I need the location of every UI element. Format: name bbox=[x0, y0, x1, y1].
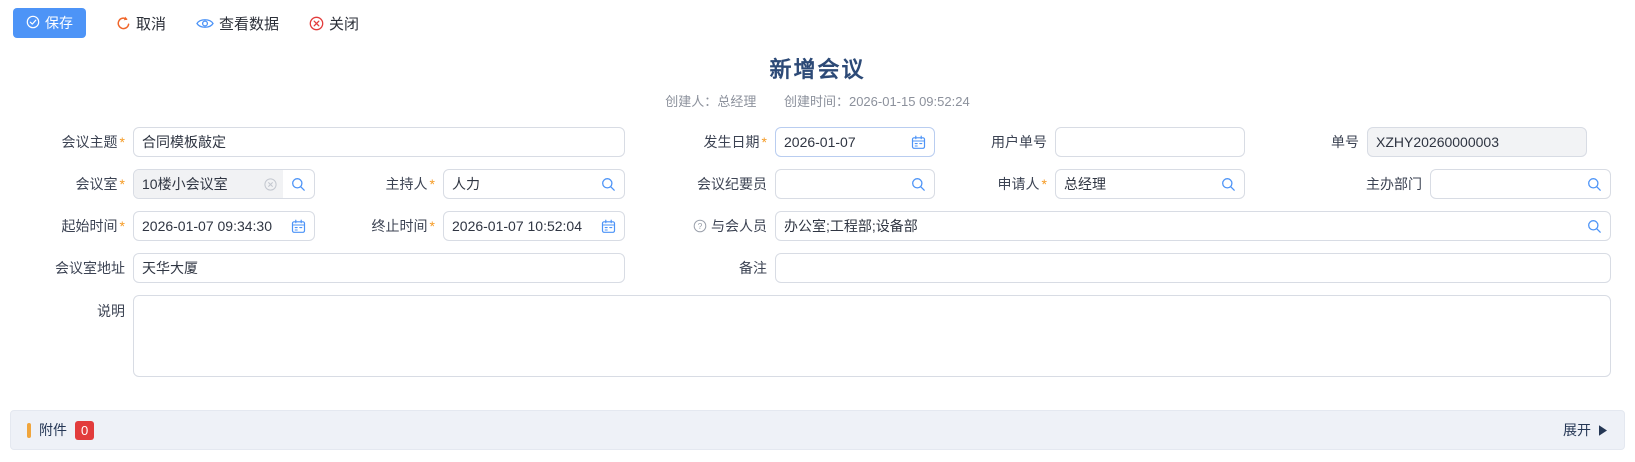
form-row-5: 说明 bbox=[0, 295, 1635, 377]
attendees-input[interactable] bbox=[784, 212, 1581, 240]
attachments-count-badge: 0 bbox=[75, 421, 94, 440]
check-circle-icon bbox=[26, 15, 40, 32]
order-no-label: 单号 bbox=[1245, 127, 1367, 157]
form-row-2: 会议室* 主持人* 会议纪要员 申请人* bbox=[0, 169, 1635, 199]
view-data-button-label: 查看数据 bbox=[219, 13, 279, 34]
triangle-right-icon bbox=[1598, 424, 1608, 437]
room-address-field bbox=[133, 253, 625, 283]
meeting-room-input[interactable] bbox=[142, 170, 264, 198]
required-mark: * bbox=[762, 134, 767, 150]
room-address-label: 会议室地址 bbox=[0, 253, 133, 283]
user-order-no-label: 用户单号 bbox=[935, 127, 1055, 157]
minutes-taker-input[interactable] bbox=[784, 170, 905, 198]
occur-date-input[interactable] bbox=[784, 128, 905, 156]
user-order-no-field bbox=[1055, 127, 1245, 157]
meeting-subject-input[interactable] bbox=[142, 128, 616, 156]
applicant-field bbox=[1055, 169, 1245, 199]
occur-date-label: 发生日期* bbox=[625, 127, 775, 157]
svg-text:?: ? bbox=[698, 221, 703, 231]
host-label: 主持人* bbox=[315, 169, 443, 199]
close-button[interactable]: 关闭 bbox=[309, 13, 359, 34]
cancel-button[interactable]: 取消 bbox=[116, 13, 166, 34]
creator-value: 总经理 bbox=[717, 94, 756, 109]
section-marker-icon bbox=[27, 423, 31, 438]
created-time-value: 2026-01-15 09:52:24 bbox=[849, 94, 970, 109]
meeting-room-value-zone bbox=[134, 170, 283, 198]
magnifier-icon[interactable] bbox=[1587, 177, 1602, 192]
view-data-button[interactable]: 查看数据 bbox=[196, 13, 279, 34]
room-address-input[interactable] bbox=[142, 254, 616, 282]
form-row-3: 起始时间* 终止时间* ? 与会人员 bbox=[0, 211, 1635, 241]
end-time-label: 终止时间* bbox=[315, 211, 443, 241]
applicant-label: 申请人* bbox=[935, 169, 1055, 199]
creator-info: 创建人：总经理 bbox=[665, 94, 756, 109]
creator-label: 创建人： bbox=[665, 94, 717, 109]
applicant-input[interactable] bbox=[1064, 170, 1215, 198]
created-time-info: 创建时间：2026-01-15 09:52:24 bbox=[784, 94, 970, 109]
remarks-input[interactable] bbox=[784, 254, 1602, 282]
magnifier-icon[interactable] bbox=[911, 177, 926, 192]
cancel-button-label: 取消 bbox=[136, 13, 166, 34]
page-header: 新增会议 创建人：总经理 创建时间：2026-01-15 09:52:24 bbox=[0, 52, 1635, 110]
organizing-dept-input[interactable] bbox=[1439, 170, 1581, 198]
save-button[interactable]: 保存 bbox=[13, 8, 86, 38]
user-order-no-input[interactable] bbox=[1064, 128, 1236, 156]
start-time-label: 起始时间* bbox=[0, 211, 133, 241]
attachments-label: 附件 bbox=[39, 420, 67, 440]
order-no-field bbox=[1367, 127, 1587, 157]
save-button-label: 保存 bbox=[45, 13, 73, 33]
remarks-field bbox=[775, 253, 1611, 283]
host-field bbox=[443, 169, 625, 199]
organizing-dept-field bbox=[1430, 169, 1611, 199]
organizing-dept-label: 主办部门 bbox=[1245, 169, 1430, 199]
end-time-input[interactable] bbox=[452, 212, 595, 240]
calendar-icon[interactable] bbox=[601, 219, 616, 234]
start-time-input[interactable] bbox=[142, 212, 285, 240]
magnifier-icon[interactable] bbox=[1587, 219, 1602, 234]
required-mark: * bbox=[1042, 176, 1047, 192]
calendar-icon[interactable] bbox=[291, 219, 306, 234]
end-time-field bbox=[443, 211, 625, 241]
calendar-icon[interactable] bbox=[911, 135, 926, 150]
required-mark: * bbox=[430, 218, 435, 234]
minutes-taker-field bbox=[775, 169, 935, 199]
toolbar: 保存 取消 查看数据 关闭 bbox=[0, 0, 1635, 46]
meeting-room-field bbox=[133, 169, 315, 199]
expand-button[interactable]: 展开 bbox=[1563, 420, 1608, 440]
magnifier-icon[interactable] bbox=[1221, 177, 1236, 192]
required-mark: * bbox=[120, 134, 125, 150]
meeting-form: 会议主题* 发生日期* 用户单号 单号 会议室* bbox=[0, 127, 1635, 377]
meeting-room-label: 会议室* bbox=[0, 169, 133, 199]
attendees-label: ? 与会人员 bbox=[625, 211, 775, 241]
remarks-label: 备注 bbox=[625, 253, 775, 283]
magnifier-icon[interactable] bbox=[601, 177, 616, 192]
page-title: 新增会议 bbox=[0, 52, 1635, 84]
description-textarea[interactable] bbox=[133, 295, 1611, 377]
form-row-1: 会议主题* 发生日期* 用户单号 单号 bbox=[0, 127, 1635, 157]
order-no-input bbox=[1376, 128, 1578, 156]
expand-label: 展开 bbox=[1563, 420, 1591, 440]
x-circle-icon bbox=[309, 16, 324, 31]
undo-icon bbox=[116, 16, 131, 31]
start-time-field bbox=[133, 211, 315, 241]
question-circle-icon[interactable]: ? bbox=[693, 219, 707, 233]
host-input[interactable] bbox=[452, 170, 595, 198]
occur-date-field bbox=[775, 127, 935, 157]
description-label: 说明 bbox=[0, 295, 133, 321]
page-subtitle: 创建人：总经理 创建时间：2026-01-15 09:52:24 bbox=[0, 91, 1635, 110]
minutes-taker-label: 会议纪要员 bbox=[625, 169, 775, 199]
clear-circle-icon[interactable] bbox=[264, 178, 277, 191]
created-time-label: 创建时间： bbox=[784, 94, 849, 109]
magnifier-icon[interactable] bbox=[283, 177, 314, 192]
meeting-subject-field bbox=[133, 127, 625, 157]
form-row-4: 会议室地址 备注 bbox=[0, 253, 1635, 283]
meeting-subject-label: 会议主题* bbox=[0, 127, 133, 157]
eye-icon bbox=[196, 17, 214, 30]
required-mark: * bbox=[430, 176, 435, 192]
close-button-label: 关闭 bbox=[329, 13, 359, 34]
required-mark: * bbox=[120, 218, 125, 234]
attendees-field bbox=[775, 211, 1611, 241]
attachments-bar[interactable]: 附件 0 展开 bbox=[10, 410, 1625, 450]
required-mark: * bbox=[120, 176, 125, 192]
